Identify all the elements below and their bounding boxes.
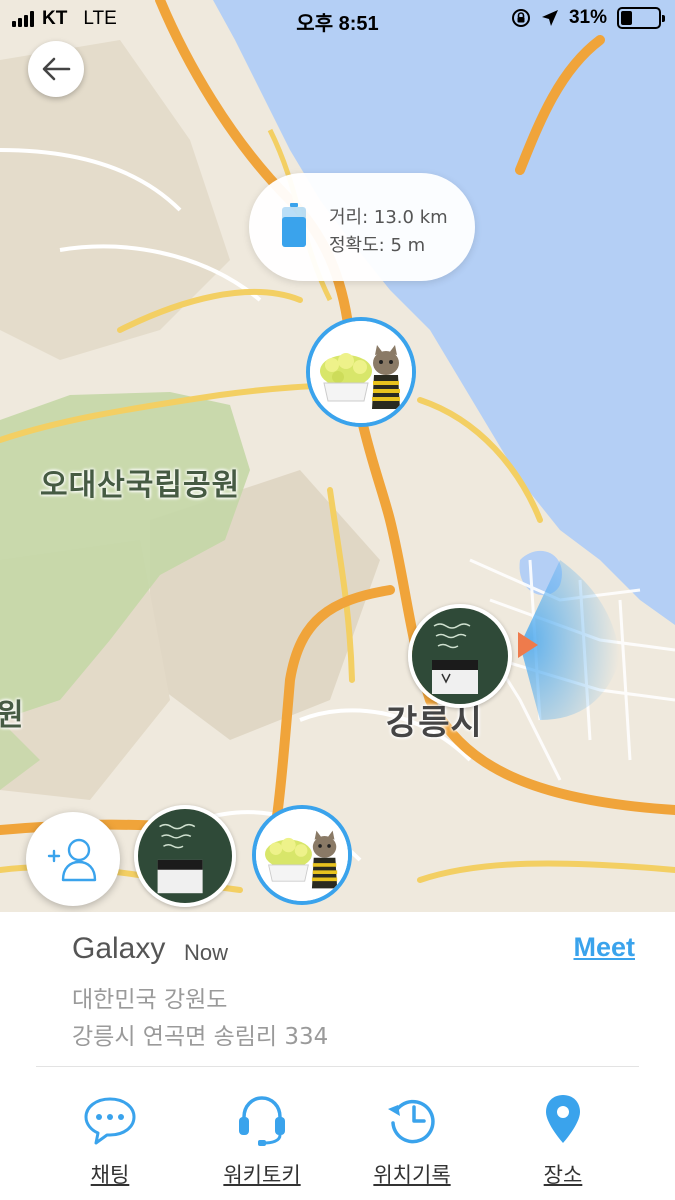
friend-detail-panel: Galaxy Now Meet 대한민국 강원도 강릉시 연곡면 송림리 334… [0,912,675,1200]
tab-walkie-talkie-label: 워키토키 [223,1163,301,1187]
pin-icon [546,1095,580,1143]
map-view[interactable]: 오대산국립공원 강릉시 원 [0,0,675,912]
cat-photo [256,809,348,901]
friend-avatar-galaxy[interactable] [134,805,236,907]
action-bar: 채팅 워키토키 위치기록 장소 [0,1087,675,1197]
heading-arrow-icon [518,632,538,658]
tab-walkie-talkie[interactable]: 워키토키 [192,1087,332,1197]
tab-places[interactable]: 장소 [493,1087,633,1197]
chat-icon [84,1097,136,1145]
chalkboard-photo [138,809,232,903]
add-friend-button[interactable] [26,812,120,906]
headset-icon [239,1096,285,1146]
location-info-bubble: 거리: 13.0 km 정확도: 5 m [249,173,475,281]
battery-percent: 31% [568,7,607,28]
history-icon [388,1099,435,1144]
tab-chat[interactable]: 채팅 [40,1087,180,1197]
map-terrain [0,0,675,912]
chalkboard-photo [412,608,508,704]
location-arrow-icon [541,10,558,26]
battery-icon [617,7,665,29]
friend-marker-cat[interactable] [306,317,416,427]
tab-chat-label: 채팅 [90,1163,130,1187]
tab-places-label: 장소 [543,1163,583,1187]
last-seen: Now [184,940,229,965]
orientation-lock-icon [511,9,530,27]
friend-avatar-cat[interactable] [252,805,352,905]
cat-photo [310,321,412,423]
map-label-edge: 원 [0,698,25,733]
add-user-icon [47,838,97,882]
distance-text: 거리: 13.0 km [329,207,448,228]
friend-marker-galaxy[interactable] [408,604,512,708]
battery-icon [282,203,306,247]
divider [36,1066,639,1067]
address-line-2: 강릉시 연곡면 송림리 334 [72,1024,329,1050]
address-line-1: 대한민국 강원도 [72,987,228,1013]
accuracy-text: 정확도: 5 m [329,235,426,256]
status-bar: KT LTE 오후 8:51 31% [0,0,675,40]
map-label-park: 오대산국립공원 [40,468,241,503]
tab-location-history[interactable]: 위치기록 [342,1087,482,1197]
tab-location-history-label: 위치기록 [373,1163,451,1187]
back-button[interactable] [28,41,84,97]
back-arrow-icon [42,57,71,81]
meet-link[interactable]: Meet [573,932,635,963]
friend-name: Galaxy [72,932,166,965]
